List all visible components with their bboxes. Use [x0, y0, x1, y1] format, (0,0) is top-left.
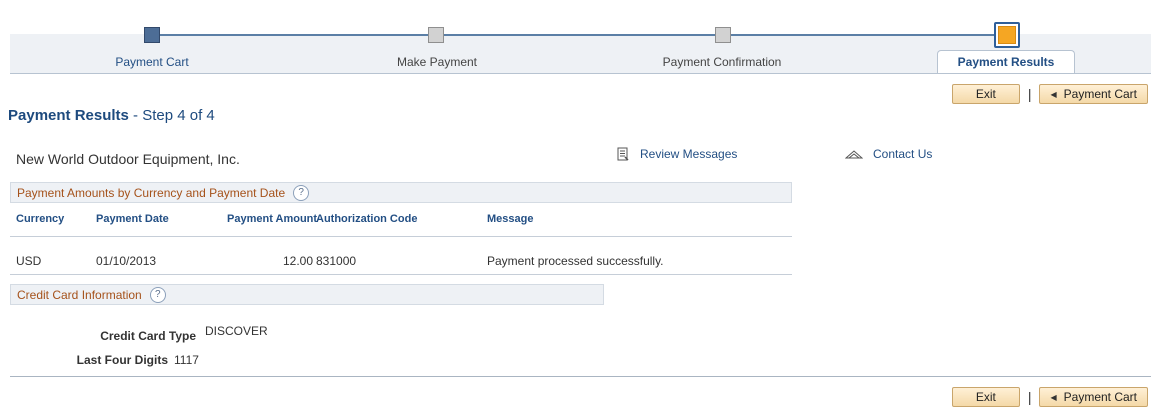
step-train: Payment Cart Make Payment Payment Confir… — [10, 14, 1151, 74]
bottom-button-bar: Exit | ◀ Payment Cart — [951, 387, 1148, 407]
contact-us-link[interactable]: Contact Us — [845, 147, 932, 161]
page-title-step: - Step 4 of 4 — [128, 107, 215, 124]
page-title: Payment Results - Step 4 of 4 — [8, 107, 215, 124]
payment-cart-button-label: Payment Cart — [1063, 87, 1137, 101]
credit-card-header: Credit Card Information ? — [10, 284, 604, 305]
contact-us-label: Contact Us — [873, 147, 933, 161]
review-messages-icon — [617, 147, 629, 161]
last-four-digits-value: 1117 — [174, 353, 199, 367]
column-header-message: Message — [487, 213, 534, 225]
payment-amounts-header: Payment Amounts by Currency and Payment … — [10, 182, 792, 203]
column-header-payment-amount: Payment Amount — [227, 213, 318, 225]
review-messages-link[interactable]: Review Messages — [616, 147, 737, 161]
chevron-left-icon: ◀ — [1050, 392, 1057, 402]
help-icon[interactable]: ? — [149, 286, 166, 303]
column-header-authorization-code: Authorization Code — [316, 213, 418, 225]
credit-card-type-label: Credit Card Type — [100, 329, 196, 343]
train-divider — [10, 73, 1151, 74]
company-name: New World Outdoor Equipment, Inc. — [16, 151, 240, 167]
credit-card-type-value: DISCOVER — [205, 324, 268, 338]
tab-payment-results: Payment Results — [937, 50, 1075, 74]
chevron-left-icon: ◀ — [1050, 89, 1057, 99]
page-title-main: Payment Results — [8, 107, 129, 124]
cell-currency: USD — [16, 254, 42, 268]
top-button-bar: Exit | ◀ Payment Cart — [951, 84, 1148, 104]
button-separator: | — [1027, 86, 1032, 102]
column-header-payment-date: Payment Date — [96, 213, 169, 225]
step-make-payment: Make Payment — [396, 55, 478, 69]
step-node-payment-results — [994, 22, 1020, 48]
column-header-currency: Currency — [16, 213, 65, 225]
step-node-payment-confirmation — [715, 27, 731, 43]
payment-amounts-title: Payment Amounts by Currency and Payment … — [17, 185, 286, 200]
step-payment-cart[interactable]: Payment Cart — [115, 55, 188, 69]
exit-button[interactable]: Exit — [951, 387, 1020, 407]
step-payment-results: Payment Results — [957, 55, 1055, 69]
last-four-digits-label: Last Four Digits — [76, 353, 168, 367]
payment-cart-button[interactable]: ◀ Payment Cart — [1039, 84, 1148, 104]
review-messages-label: Review Messages — [640, 147, 738, 161]
table-bottom-divider — [10, 274, 792, 275]
step-train-line — [158, 34, 1008, 36]
payment-cart-button-label: Payment Cart — [1063, 390, 1137, 404]
step-node-make-payment — [428, 27, 444, 43]
payment-cart-button[interactable]: ◀ Payment Cart — [1039, 387, 1148, 407]
step-node-payment-cart[interactable] — [144, 27, 160, 43]
cell-payment-amount: 12.00 — [283, 254, 314, 268]
exit-button[interactable]: Exit — [951, 84, 1020, 104]
contact-us-icon — [845, 150, 863, 159]
table-header-divider — [10, 236, 792, 237]
step-payment-confirmation: Payment Confirmation — [662, 55, 782, 69]
bottom-divider — [10, 376, 1151, 377]
cell-message: Payment processed successfully. — [487, 254, 664, 268]
cell-authorization-code: 831000 — [316, 254, 357, 268]
button-separator: | — [1027, 389, 1032, 405]
cell-payment-date: 01/10/2013 — [96, 254, 157, 268]
help-icon[interactable]: ? — [293, 184, 310, 201]
credit-card-title: Credit Card Information — [17, 287, 142, 302]
